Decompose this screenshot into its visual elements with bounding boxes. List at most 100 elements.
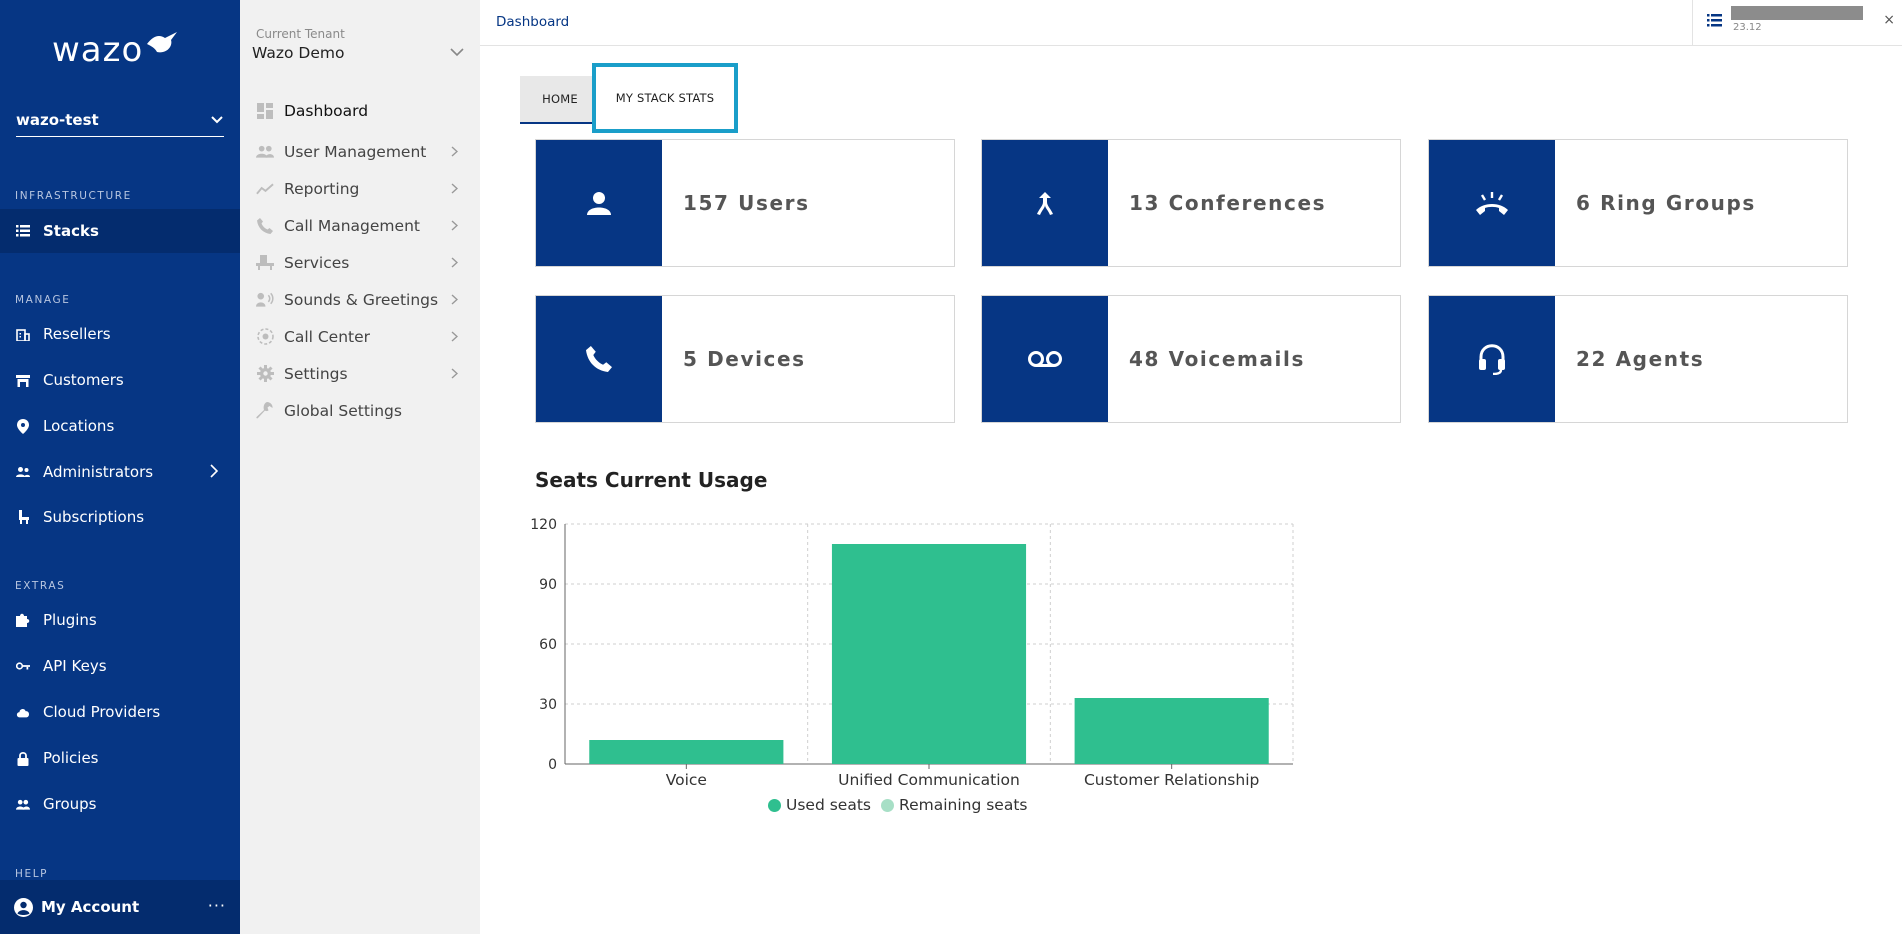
section-label-infrastructure: INFRASTRUCTURE <box>15 190 132 202</box>
my-account-label: My Account <box>41 898 140 916</box>
more-options-icon[interactable]: ··· <box>208 896 226 915</box>
lock-icon <box>16 751 30 766</box>
user-icon <box>587 192 611 215</box>
subnav-item-settings[interactable]: Settings <box>240 355 480 392</box>
tenant-selector[interactable]: Wazo Demo <box>252 44 344 62</box>
subnav-item-label: Reporting <box>284 179 360 198</box>
stat-card-devices[interactable]: 5 Devices <box>535 295 955 423</box>
y-tick-label: 0 <box>548 757 557 773</box>
chevron-right-icon <box>451 331 458 342</box>
subnav-item-services[interactable]: Services <box>240 244 480 281</box>
sidebar-item-api-keys[interactable]: API Keys <box>0 644 240 688</box>
stat-card-voicemails[interactable]: 48 Voicemails <box>981 295 1401 423</box>
key-icon <box>16 659 30 673</box>
voicemail-icon <box>1028 351 1062 367</box>
sidebar-item-locations[interactable]: Locations <box>0 404 240 448</box>
gear-icon <box>256 365 274 383</box>
sidebar-item-stacks[interactable]: Stacks <box>0 209 240 253</box>
stat-card-conferences[interactable]: 13 Conferences <box>981 139 1401 267</box>
stat-card-icon-box <box>1429 296 1555 422</box>
subnav-item-dashboard[interactable]: Dashboard <box>240 92 480 129</box>
bar-used <box>831 544 1027 764</box>
y-tick-label: 90 <box>539 577 557 593</box>
subnav-item-label: Dashboard <box>284 101 369 120</box>
section-label-extras: EXTRAS <box>15 580 66 592</box>
legend-label: Remaining seats <box>899 796 1028 814</box>
sidebar-item-groups[interactable]: Groups <box>0 782 240 826</box>
chevron-right-icon <box>210 464 218 478</box>
tab-home[interactable]: HOME <box>520 76 600 124</box>
subnav-item-call-center[interactable]: Call Center <box>240 318 480 355</box>
sidebar-item-cloud-providers[interactable]: Cloud Providers <box>0 690 240 734</box>
stat-card-label: 22 Agents <box>1576 347 1705 371</box>
y-tick-label: 60 <box>539 637 557 653</box>
stat-card-users[interactable]: 157 Users <box>535 139 955 267</box>
stat-card-icon-box <box>982 296 1108 422</box>
subnav-item-label: Call Center <box>284 327 371 346</box>
chevron-right-icon <box>451 294 458 305</box>
logo-text: wazo <box>52 30 144 70</box>
account-circle-icon <box>14 897 33 917</box>
stat-card-icon-box <box>1429 140 1555 266</box>
breadcrumb[interactable]: Dashboard <box>496 14 569 30</box>
chevron-right-icon <box>451 257 458 268</box>
sidebar-item-subscriptions[interactable]: Subscriptions <box>0 495 240 539</box>
sound-icon <box>256 291 274 309</box>
section-label-help: HELP <box>15 868 49 880</box>
legend-entry-used[interactable]: Used seats <box>768 796 871 814</box>
chevron-right-icon <box>451 368 458 379</box>
stat-card-icon-box <box>536 296 662 422</box>
chart-line-icon <box>256 180 274 198</box>
sidebar-item-resellers[interactable]: Resellers <box>0 312 240 356</box>
sidebar-item-plugins[interactable]: Plugins <box>0 598 240 642</box>
subnav-item-reporting[interactable]: Reporting <box>240 170 480 207</box>
sidebar-item-policies[interactable]: Policies <box>0 736 240 780</box>
stacks-icon <box>16 224 30 238</box>
y-tick-label: 120 <box>530 517 557 533</box>
puzzle-icon <box>16 613 30 627</box>
chart-title: Seats Current Usage <box>535 468 768 492</box>
stat-card-icon-box <box>982 140 1108 266</box>
x-tick-label: Customer Relationship <box>1084 771 1259 789</box>
legend-entry-remaining[interactable]: Remaining seats <box>881 796 1028 814</box>
chevron-right-icon <box>451 220 458 231</box>
wazo-logo[interactable]: wazo <box>52 28 179 72</box>
cloud-icon <box>16 705 30 719</box>
stack-selector[interactable]: wazo-test <box>16 104 224 137</box>
stat-card-agents[interactable]: 22 Agents <box>1428 295 1848 423</box>
chevron-down-icon[interactable] <box>450 48 464 57</box>
subnav-item-call-management[interactable]: Call Management <box>240 207 480 244</box>
version-label: 23.12 <box>1733 22 1762 33</box>
subnav-item-label: Sounds & Greetings <box>284 290 439 309</box>
my-account-button[interactable]: My Account ··· <box>0 880 240 934</box>
stat-card-ring-groups[interactable]: 6 Ring Groups <box>1428 139 1848 267</box>
legend-swatch-used <box>768 798 781 812</box>
bird-icon <box>147 32 178 53</box>
close-icon[interactable]: × <box>1883 12 1895 28</box>
subnav-item-label: Global Settings <box>284 401 402 420</box>
sidebar-item-label: Groups <box>43 795 97 813</box>
tab-my-stack-stats[interactable]: MY STACK STATS <box>592 63 738 133</box>
sidebar-item-administrators[interactable]: Administrators <box>0 450 240 494</box>
stat-card-label: 48 Voicemails <box>1129 347 1305 371</box>
store-icon <box>16 373 30 387</box>
services-icon <box>256 254 274 272</box>
chevron-right-icon <box>451 183 458 194</box>
stack-selector-value: wazo-test <box>16 111 99 129</box>
bar-used <box>1074 698 1269 764</box>
subnav-item-global-settings[interactable]: Global Settings <box>240 392 480 429</box>
chevron-right-icon <box>451 146 458 157</box>
list-icon[interactable] <box>1707 14 1722 27</box>
building-icon <box>16 327 30 341</box>
wrench-icon <box>256 401 274 420</box>
headset-icon <box>1479 344 1505 375</box>
sidebar-item-customers[interactable]: Customers <box>0 358 240 402</box>
x-tick-label: Unified Communication <box>838 771 1020 789</box>
legend-label: Used seats <box>786 796 871 814</box>
subnav-item-sounds-greetings[interactable]: Sounds & Greetings <box>240 281 480 318</box>
bar-used <box>589 740 784 764</box>
subnav-item-label: Services <box>284 253 350 272</box>
stat-card-label: 6 Ring Groups <box>1576 191 1756 215</box>
seats-usage-chart: 0 30 60 90 120 Voice Unified Communication Cust… <box>530 517 1294 789</box>
subnav-item-user-management[interactable]: User Management <box>240 133 480 170</box>
